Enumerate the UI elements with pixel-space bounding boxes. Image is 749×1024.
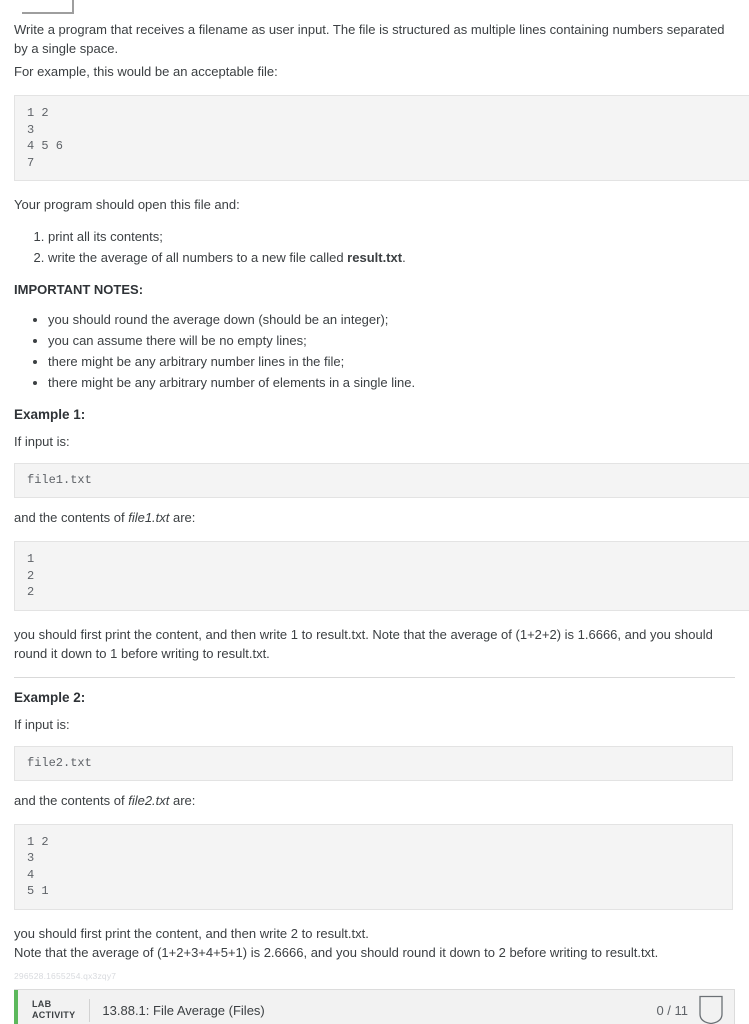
example-1-explanation: you should first print the content, and … [14, 626, 713, 661]
example-2-input-value: file2.txt [14, 745, 733, 781]
lab-activity-card: LAB ACTIVITY 13.88.1: File Average (File… [14, 988, 735, 1024]
notes-list: you should round the average down (shoul… [14, 309, 735, 393]
lab-activity-kicker: LAB ACTIVITY [32, 999, 76, 1020]
lab-header-divider [89, 998, 91, 1022]
example-1-title: Example 1: [14, 407, 86, 422]
step-item-2-period: . [402, 250, 406, 265]
example-2-explanation-line-1: you should first print the content, and … [14, 925, 369, 941]
steps-list: print all its contents; write the averag… [14, 226, 735, 268]
step-item-2: write the average of all numbers to a ne… [48, 247, 735, 268]
example-2-input-label: If input is: [14, 716, 70, 732]
step-item-1: print all its contents; [48, 226, 735, 247]
note-item: you can assume there will be no empty li… [48, 330, 735, 351]
lab-page: Write a program that receives a filename… [0, 0, 749, 1024]
shield-badge-icon [699, 995, 723, 1024]
example-2-contents-label: and the contents of file2.txt are: [14, 791, 735, 810]
example-2-contents-pre: and the contents of [14, 792, 129, 808]
note-item: you should round the average down (shoul… [48, 309, 735, 330]
example-1-input-label: If input is: [14, 434, 70, 449]
important-notes-title: IMPORTANT NOTES: [14, 282, 144, 297]
page-watermark: 296528.1655254.qx3zqy7 [14, 970, 117, 981]
example-1-input-value: file1.txt [14, 463, 749, 498]
intro-paragraph-2: For example, this would be an acceptable… [14, 64, 278, 79]
intro-paragraph-1: Write a program that receives a filename… [14, 22, 725, 56]
example-2-file-contents: 1 2 3 4 5 1 [14, 823, 733, 910]
lab-activity-title: 13.88.1: File Average (Files) [102, 1002, 265, 1018]
cutoff-box-fragment [22, 0, 74, 14]
example-1-contents-pre: and the contents of [14, 510, 129, 525]
example-file-codeblock: 1 2 3 4 5 6 7 [14, 95, 749, 181]
lab-activity-header: LAB ACTIVITY 13.88.1: File Average (File… [14, 989, 734, 1024]
example-2-contents-filename: file2.txt [128, 792, 170, 808]
step-item-2-text: write the average of all numbers to a ne… [48, 250, 348, 265]
result-file-name: result.txt [347, 250, 403, 265]
examples-divider [14, 676, 735, 678]
problem-description: Write a program that receives a filename… [0, 0, 749, 981]
example-1-contents-filename: file1.txt [128, 510, 170, 525]
example-2-title: Example 2: [14, 689, 86, 705]
note-item: there might be any arbitrary number of e… [48, 372, 735, 393]
example-2-explanation-line-2: Note that the average of (1+2+3+4+5+1) i… [14, 944, 659, 960]
lab-accent-bar [14, 989, 18, 1024]
example-1-contents-label: and the contents of file1.txt are: [14, 508, 735, 527]
example-2-contents-post: are: [169, 792, 196, 808]
example-1-contents-post: are: [169, 510, 196, 525]
example-1-file-contents: 1 2 2 [14, 541, 749, 611]
intro-paragraph-3: Your program should open this file and: [14, 197, 240, 212]
note-item: there might be any arbitrary number line… [48, 351, 735, 372]
lab-score: 0 / 11 [656, 1002, 688, 1018]
